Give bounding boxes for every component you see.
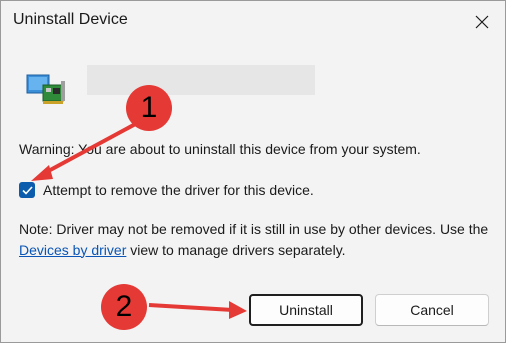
annotation-marker-1: 1 (126, 85, 172, 131)
note-prefix: Note: Driver may not be removed if it is… (19, 221, 489, 237)
devices-by-driver-link[interactable]: Devices by driver (19, 242, 126, 258)
annotation-marker-2: 2 (101, 284, 147, 330)
checkbox-label: Attempt to remove the driver for this de… (43, 182, 314, 198)
checkmark-icon (21, 185, 33, 195)
device-name (87, 65, 315, 95)
remove-driver-checkbox-row[interactable]: Attempt to remove the driver for this de… (19, 182, 314, 198)
annotation-arrows (31, 119, 247, 319)
uninstall-button[interactable]: Uninstall (249, 294, 363, 326)
title-bar: Uninstall Device (1, 1, 505, 43)
close-button[interactable] (459, 1, 505, 43)
remove-driver-checkbox[interactable] (19, 182, 35, 198)
note-text: Note: Driver may not be removed if it is… (19, 219, 489, 260)
uninstall-device-dialog: Uninstall Device Warning: You are about … (0, 0, 506, 343)
close-icon (475, 15, 489, 29)
note-suffix: view to manage drivers separately. (126, 241, 346, 258)
annotation-arrow-2 (148, 301, 247, 319)
window-title: Uninstall Device (13, 11, 128, 28)
warning-text: Warning: You are about to uninstall this… (19, 141, 421, 157)
network-adapter-icon (25, 69, 69, 109)
cancel-button[interactable]: Cancel (375, 294, 489, 326)
